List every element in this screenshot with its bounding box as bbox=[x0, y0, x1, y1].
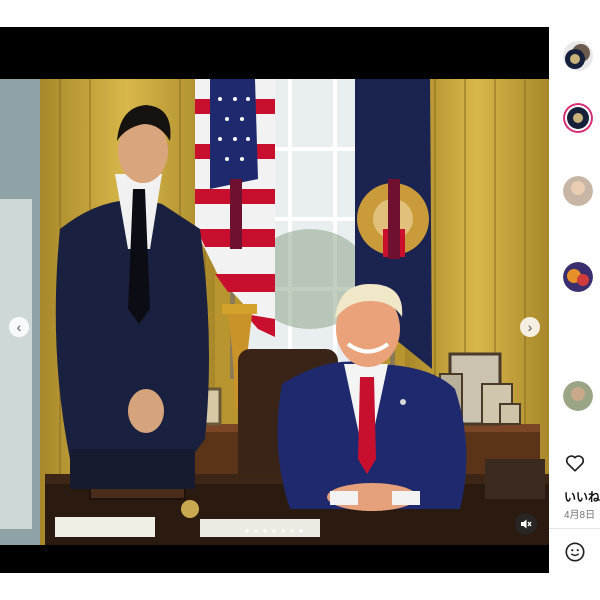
story-avatar[interactable] bbox=[563, 262, 593, 292]
carousel-dot[interactable] bbox=[299, 529, 303, 533]
media-viewer: ‹ › bbox=[0, 27, 549, 573]
avatar-image bbox=[563, 103, 593, 133]
carousel-indicator bbox=[245, 529, 303, 533]
story-avatar[interactable] bbox=[563, 41, 593, 71]
avatar-image bbox=[563, 176, 593, 206]
carousel-dot[interactable] bbox=[272, 529, 276, 533]
story-avatar-active[interactable] bbox=[563, 103, 593, 133]
heart-icon bbox=[565, 455, 585, 472]
carousel-dot[interactable] bbox=[263, 529, 267, 533]
divider bbox=[549, 528, 600, 529]
avatar-image bbox=[563, 41, 593, 71]
story-avatar[interactable] bbox=[563, 381, 593, 411]
muted-speaker-icon bbox=[521, 519, 532, 529]
like-button[interactable] bbox=[564, 452, 586, 474]
emoji-button[interactable] bbox=[564, 541, 586, 563]
post-photo[interactable] bbox=[0, 79, 549, 545]
carousel-dot[interactable] bbox=[245, 529, 249, 533]
carousel-dot[interactable] bbox=[290, 529, 294, 533]
avatar-image bbox=[563, 381, 593, 411]
oval-office-photo bbox=[0, 79, 549, 545]
post-date[interactable]: 4月8日 bbox=[564, 506, 595, 521]
carousel-dot[interactable] bbox=[254, 529, 258, 533]
likes-label[interactable]: いいね bbox=[564, 488, 600, 505]
previous-slide-button[interactable]: ‹ bbox=[9, 317, 29, 337]
story-avatar[interactable] bbox=[563, 176, 593, 206]
chevron-right-icon: › bbox=[527, 319, 533, 335]
mute-button[interactable] bbox=[515, 513, 537, 535]
carousel-dot[interactable] bbox=[281, 529, 285, 533]
avatar-image bbox=[563, 262, 593, 292]
smiley-icon bbox=[565, 542, 585, 562]
chevron-left-icon: ‹ bbox=[16, 319, 22, 335]
next-slide-button[interactable]: › bbox=[520, 317, 540, 337]
